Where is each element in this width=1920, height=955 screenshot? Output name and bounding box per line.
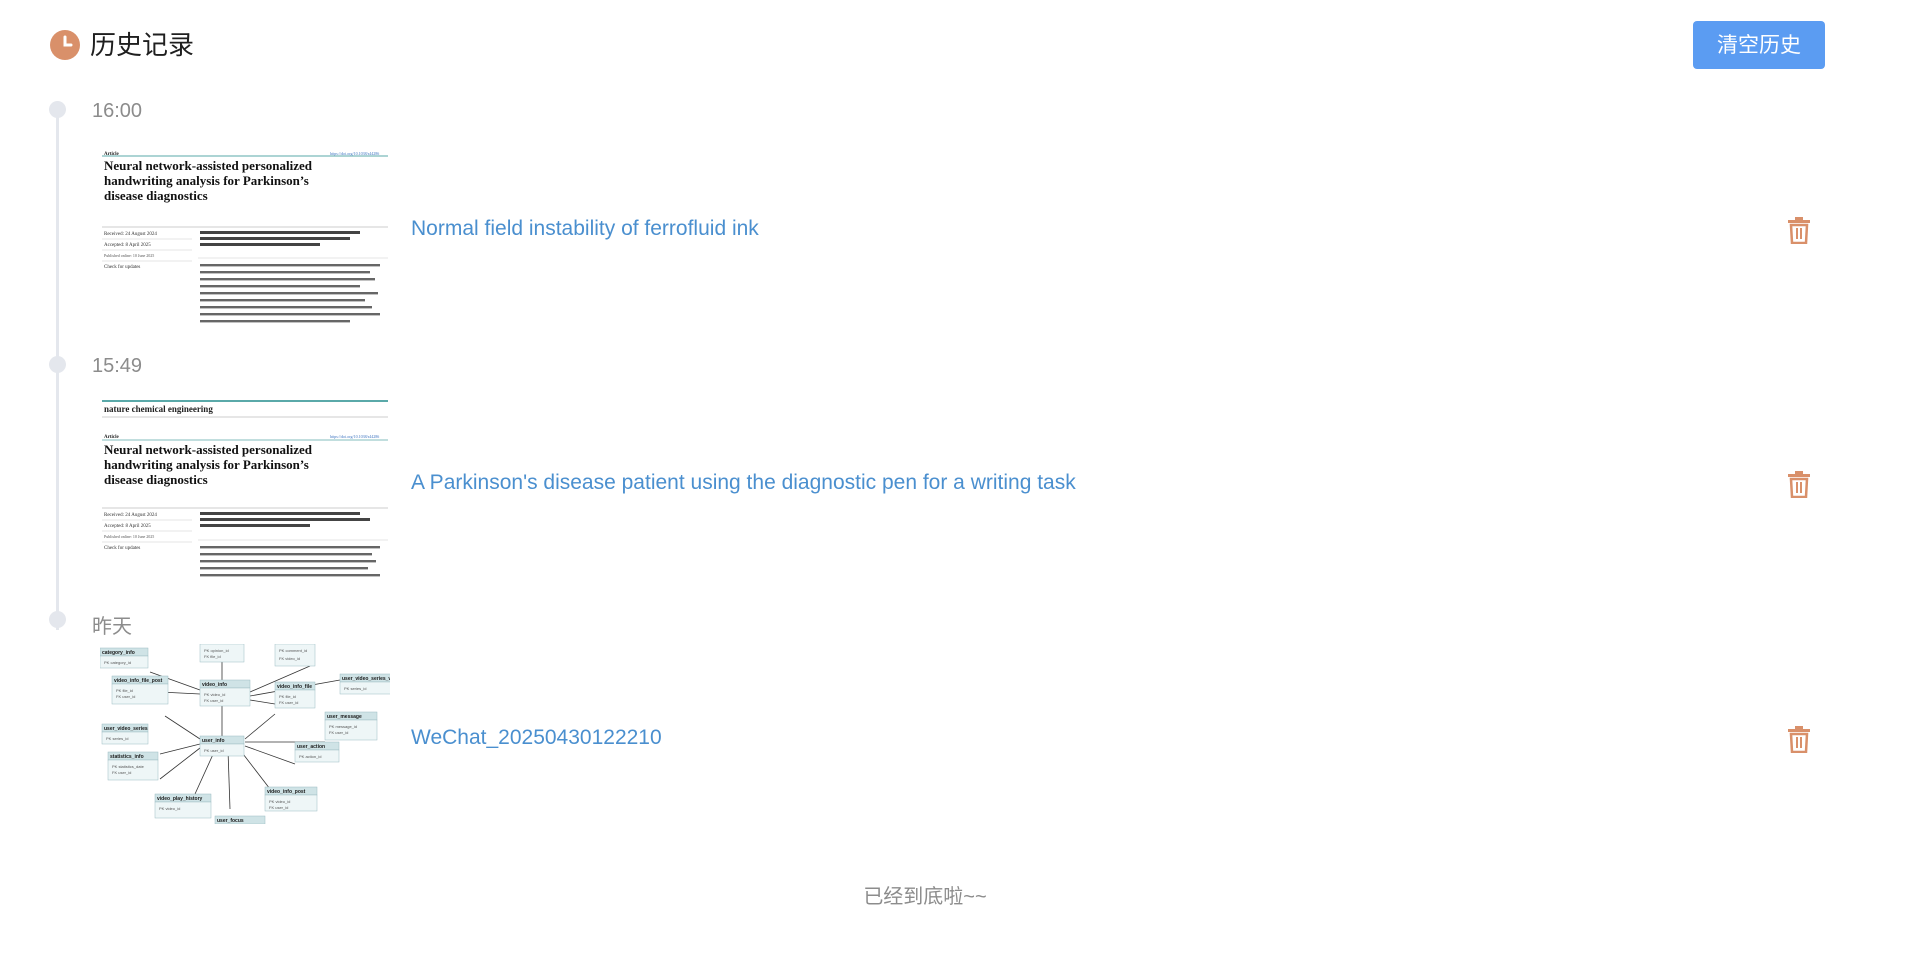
clear-history-button[interactable]: 清空历史 <box>1693 21 1825 69</box>
svg-text:disease diagnostics: disease diagnostics <box>104 472 208 487</box>
svg-text:video_play_history: video_play_history <box>157 796 203 802</box>
page-title: 历史记录 <box>90 30 195 60</box>
svg-text:https://doi.org/10.1038/s44286: https://doi.org/10.1038/s44286 <box>330 434 379 439</box>
entry-thumbnail[interactable]: nature chemical engineering Article http… <box>100 400 390 580</box>
entry-thumbnail[interactable]: category_info video_info_file_post video… <box>100 644 390 824</box>
svg-text:FK video_id: FK video_id <box>279 656 300 661</box>
svg-text:Accepted: 8 April 2025: Accepted: 8 April 2025 <box>104 524 151 529</box>
svg-text:FK file_id: FK file_id <box>204 654 221 659</box>
thumb-label: Article <box>104 435 119 440</box>
svg-text:https://doi.org/10.1038/s44286: https://doi.org/10.1038/s44286 <box>330 151 379 156</box>
timeline-dot <box>49 356 66 373</box>
delete-icon[interactable] <box>1786 470 1812 499</box>
timeline-dot <box>49 101 66 118</box>
thumb-headline-3: disease diagnostics <box>104 188 208 203</box>
svg-text:PK series_id: PK series_id <box>106 736 128 741</box>
thumb-label: Article <box>104 152 119 157</box>
delete-icon[interactable] <box>1786 725 1812 754</box>
svg-text:user_info: user_info <box>202 738 225 744</box>
svg-text:PK opinion_id: PK opinion_id <box>204 648 229 653</box>
svg-text:PK file_id: PK file_id <box>116 688 133 693</box>
svg-text:PK action_id: PK action_id <box>299 754 321 759</box>
svg-text:user_video_series: user_video_series <box>104 726 148 732</box>
svg-text:PK message_id: PK message_id <box>329 724 357 729</box>
svg-text:PK statistics_date: PK statistics_date <box>112 764 145 769</box>
delete-icon[interactable] <box>1786 216 1812 245</box>
svg-text:video_info_post: video_info_post <box>267 789 306 795</box>
entry-time: 16:00 <box>92 100 143 122</box>
svg-text:user_message: user_message <box>327 714 362 720</box>
svg-text:user_focus: user_focus <box>217 818 244 824</box>
svg-text:handwriting analysis for Parki: handwriting analysis for Parkinson’s <box>104 457 309 472</box>
clock-icon <box>50 30 80 60</box>
svg-text:video_info_file_post: video_info_file_post <box>114 678 163 684</box>
svg-text:Received: 24 August 2024: Received: 24 August 2024 <box>104 232 157 237</box>
svg-text:Published online: 10 June 2025: Published online: 10 June 2025 <box>104 253 154 258</box>
svg-text:PK video_id: PK video_id <box>204 692 225 697</box>
svg-text:PK video_id: PK video_id <box>269 799 290 804</box>
thumb-headline-1: Neural network-assisted personalized <box>104 158 313 173</box>
svg-text:Published online: 10 June 2025: Published online: 10 June 2025 <box>104 534 154 539</box>
entry-time: 15:49 <box>92 355 143 377</box>
svg-text:PK user_id: PK user_id <box>204 748 224 753</box>
svg-text:FK user_id: FK user_id <box>279 700 298 705</box>
entry-title-link[interactable]: A Parkinson's disease patient using the … <box>411 471 1076 495</box>
svg-text:category_info: category_info <box>102 650 135 656</box>
svg-text:video_info: video_info <box>202 682 227 688</box>
header: 历史记录 清空历史 <box>50 21 1825 80</box>
svg-text:Check for updates: Check for updates <box>104 265 140 270</box>
svg-text:PK file_id: PK file_id <box>279 694 296 699</box>
entry-title-link[interactable]: WeChat_20250430122210 <box>411 726 662 750</box>
svg-text:FK user_id: FK user_id <box>204 698 223 703</box>
svg-text:user_video_series_video: user_video_series_video <box>342 676 390 682</box>
svg-text:PK video_id: PK video_id <box>159 806 180 811</box>
svg-text:FK user_id: FK user_id <box>116 694 135 699</box>
entry-thumbnail[interactable]: Article https://doi.org/10.1038/s44286 N… <box>100 147 390 327</box>
svg-text:Neural network-assisted person: Neural network-assisted personalized <box>104 442 313 457</box>
svg-text:FK user_id: FK user_id <box>269 805 288 810</box>
entry-time: 昨天 <box>92 616 132 638</box>
svg-text:PK category_id: PK category_id <box>104 660 131 665</box>
entry-title-link[interactable]: Normal field instability of ferrofluid i… <box>411 217 759 241</box>
thumb-journal: nature chemical engineering <box>104 404 213 414</box>
svg-text:FK user_id: FK user_id <box>112 770 131 775</box>
svg-text:PK comment_id: PK comment_id <box>279 648 307 653</box>
svg-text:Accepted: 8 April 2025: Accepted: 8 April 2025 <box>104 243 151 248</box>
svg-text:FK user_id: FK user_id <box>329 730 348 735</box>
svg-text:Received: 24 August 2024: Received: 24 August 2024 <box>104 513 157 518</box>
end-of-list-text: 已经到底啦~~ <box>863 886 987 908</box>
timeline-dot <box>49 611 66 628</box>
thumb-headline-2: handwriting analysis for Parkinson’s <box>104 173 309 188</box>
svg-text:video_info_file: video_info_file <box>277 684 312 690</box>
svg-text:PK series_id: PK series_id <box>344 686 366 691</box>
svg-text:statistics_info: statistics_info <box>110 754 144 760</box>
svg-text:user_action: user_action <box>297 744 325 750</box>
svg-text:Check for updates: Check for updates <box>104 546 140 551</box>
